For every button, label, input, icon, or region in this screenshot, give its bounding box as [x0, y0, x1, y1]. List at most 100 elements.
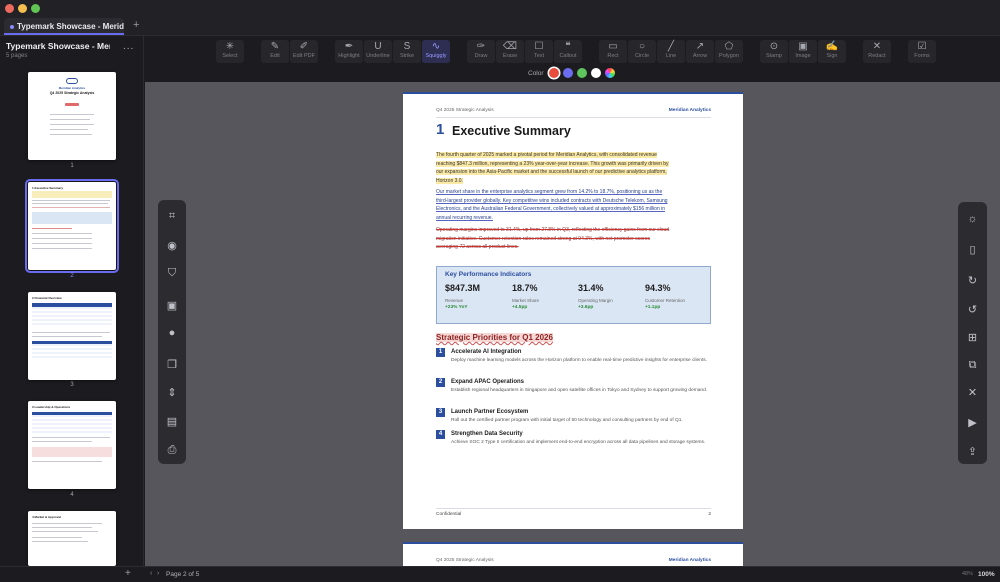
insert-page-icon[interactable]: ⊞	[958, 331, 987, 344]
new-tab-button[interactable]: +	[133, 19, 139, 31]
tool-text-button[interactable]: ☐ Text	[525, 40, 553, 63]
document-icon[interactable]: ▯	[958, 243, 987, 256]
trash-icon[interactable]: ✕	[958, 386, 987, 399]
tool-rect-button[interactable]: ▭ Rect	[599, 40, 627, 63]
share-icon[interactable]: ⇪	[958, 445, 987, 458]
close-window-button[interactable]	[5, 4, 14, 13]
image-icon: ▣	[798, 41, 808, 52]
zoom-level[interactable]: 100%	[978, 571, 995, 578]
tool-label: Sign	[826, 53, 838, 59]
tool-erase-button[interactable]: ⌫ Erase	[496, 40, 524, 63]
pdf-page-3: Q4 2025 Strategic Analysis Meridian Anal…	[403, 542, 743, 566]
shield-icon[interactable]: ⛉	[158, 267, 186, 280]
page-thumbnail-1[interactable]: Meridian Analytics Q4 2025 Strategic Ana…	[28, 72, 116, 160]
tool-label: Line	[665, 53, 677, 59]
redact-icon: ✕	[872, 41, 882, 52]
title-bar: Typemark Showcase - Meridi... +	[0, 0, 1000, 36]
priority-title: Accelerate AI Integration	[451, 349, 522, 355]
paragraph-strikethrough: Operating margins improved to 31.4%, up …	[436, 227, 670, 251]
tool-edit-button[interactable]: ✎ Edit	[261, 40, 289, 63]
priority-description: Deploy machine learning models across th…	[451, 358, 707, 363]
minimize-window-button[interactable]	[18, 4, 27, 13]
tool-arrow-button[interactable]: ↗ Arrow	[686, 40, 714, 63]
priority-title: Launch Partner Ecosystem	[451, 409, 529, 415]
tool-label: Redact	[868, 53, 886, 59]
tab-title: Typemark Showcase - Meridi...	[17, 22, 124, 31]
add-page-button[interactable]: +	[125, 568, 131, 579]
tool-underline-button[interactable]: U Underline	[364, 40, 392, 63]
rotate-left-icon[interactable]: ↺	[958, 303, 987, 316]
color-swatch-red[interactable]	[549, 68, 559, 78]
kpi-delta: +23% YoY	[445, 305, 468, 310]
next-page-icon[interactable]: ›	[157, 570, 159, 577]
tool-circle-button[interactable]: ○ Circle	[628, 40, 656, 63]
zoom-window-button[interactable]	[31, 4, 40, 13]
tool-image-button[interactable]: ▣ Image	[789, 40, 817, 63]
priority-description: Roll out the certified partner program w…	[451, 418, 683, 423]
priority-number: 2	[436, 378, 445, 387]
kpi-label: Operating Margin	[578, 298, 613, 303]
tool-select-button[interactable]: ✳ Select	[216, 40, 244, 63]
thumb-heading: 3 Leadership & Operations	[32, 405, 71, 409]
thumb-badge	[65, 103, 79, 106]
tool-callout-button[interactable]: ❝ Callout	[554, 40, 582, 63]
copy-pages-icon[interactable]: ❐	[158, 358, 186, 371]
page-indicator: Page 2 of 5	[166, 571, 200, 578]
play-icon[interactable]: ▶	[958, 416, 987, 429]
page-thumbnail-3[interactable]: 2 Financial Overview	[28, 292, 116, 380]
tool-strike-button[interactable]: S Strike	[393, 40, 421, 63]
tool-draw-button[interactable]: ✑ Draw	[467, 40, 495, 63]
underline-icon: U	[374, 41, 382, 52]
tool-label: Text	[533, 53, 545, 59]
water-drop-icon[interactable]: ●	[158, 327, 186, 339]
tool-sign-button[interactable]: ✍ Sign	[818, 40, 846, 63]
circle-icon: ○	[638, 41, 646, 52]
rotate-right-icon[interactable]: ↻	[958, 274, 987, 287]
prev-page-icon[interactable]: ‹	[150, 570, 152, 577]
zoom-small[interactable]: 48%	[962, 571, 973, 577]
tool-line-button[interactable]: ╱ Line	[657, 40, 685, 63]
tool-label: Edit	[270, 53, 280, 59]
page-thumbnail-5[interactable]: 4 Market & Approval	[28, 511, 116, 566]
kpi-value: $847.3M	[445, 283, 481, 293]
image-icon[interactable]: ▣	[158, 299, 186, 312]
color-swatch-white[interactable]	[591, 68, 601, 78]
priority-title: Strengthen Data Security	[451, 431, 523, 437]
tool-label: Stamp	[766, 53, 782, 59]
eye-off-icon[interactable]: ◉	[158, 239, 186, 252]
more-options-button[interactable]: ...	[123, 41, 134, 52]
priorities-title: Strategic Priorities for Q1 2026	[436, 333, 553, 342]
tool-stamp-button[interactable]: ⊙ Stamp	[760, 40, 788, 63]
priority-title: Expand APAC Operations	[451, 379, 525, 385]
tool-forms-button[interactable]: ☑ Forms	[908, 40, 936, 63]
print-icon[interactable]: ⎙	[158, 444, 186, 457]
tool-polygon-button[interactable]: ⬠ Polygon	[715, 40, 743, 63]
duplicate-page-icon[interactable]: ⧉	[958, 359, 987, 372]
color-swatch-green[interactable]	[577, 68, 587, 78]
tool-redact-button[interactable]: ✕ Redact	[863, 40, 891, 63]
document-tab[interactable]: Typemark Showcase - Meridi...	[4, 18, 124, 35]
page-number-3: 3	[70, 382, 74, 388]
section-title: Executive Summary	[452, 124, 571, 138]
brightness-icon[interactable]: ☼	[958, 213, 987, 225]
color-swatch-indigo[interactable]	[563, 68, 573, 78]
scan-icon[interactable]: ⌗	[158, 210, 186, 223]
pen-icon: ✑	[476, 41, 486, 52]
signature-icon: ✍	[825, 41, 839, 52]
sparkle-icon: ✳	[225, 41, 235, 52]
page-thumbnail-2[interactable]: 1 Executive Summary	[25, 179, 119, 273]
document-title: Typemark Showcase - Meri...	[6, 41, 110, 51]
split-icon[interactable]: ⇕	[158, 386, 186, 399]
page-number-4: 4	[70, 492, 74, 498]
tool-squiggly-button[interactable]: ∿ Squiggly	[422, 40, 450, 63]
tool-edit-pdf-button[interactable]: ✐ Edit PDF	[290, 40, 318, 63]
tool-highlight-button[interactable]: ✒ Highlight	[335, 40, 363, 63]
page-thumbnail-4[interactable]: 3 Leadership & Operations	[28, 401, 116, 489]
color-swatch-custom[interactable]	[605, 68, 615, 78]
right-floating-toolbar: ☼ ▯ ↻ ↺ ⊞ ⧉ ✕ ▶ ⇪	[958, 202, 987, 464]
thumb-logo-icon	[66, 78, 78, 84]
kpi-delta: +1.1pp	[645, 305, 661, 310]
compress-icon[interactable]: ▤	[158, 415, 186, 428]
tool-label: Polygon	[719, 53, 739, 59]
forms-icon: ☑	[917, 41, 927, 52]
